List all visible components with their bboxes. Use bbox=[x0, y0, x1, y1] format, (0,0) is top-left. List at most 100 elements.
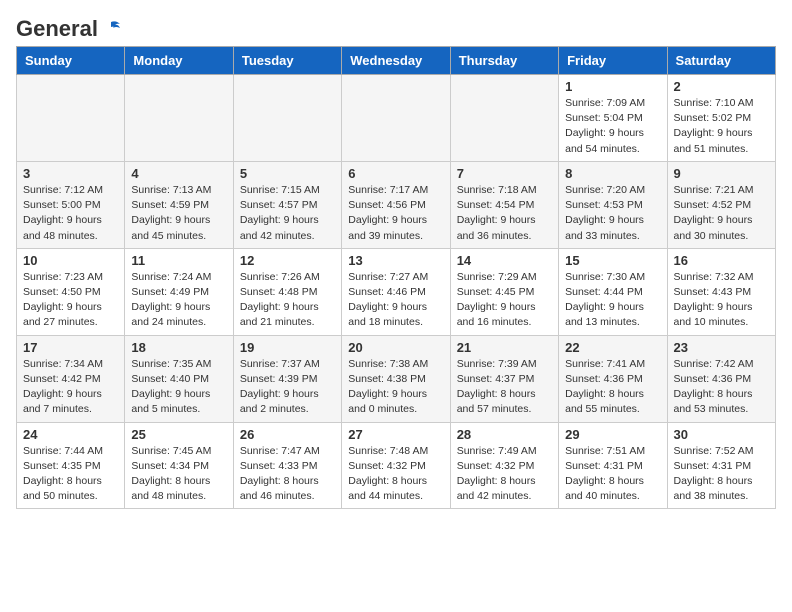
day-info: Sunrise: 7:37 AM Sunset: 4:39 PM Dayligh… bbox=[240, 357, 335, 418]
calendar-cell: 15 Sunrise: 7:30 AM Sunset: 4:44 PM Dayli… bbox=[559, 248, 667, 335]
day-info: Sunrise: 7:12 AM Sunset: 5:00 PM Dayligh… bbox=[23, 183, 118, 244]
day-number: 16 bbox=[674, 253, 769, 268]
calendar-cell: 28 Sunrise: 7:49 AM Sunset: 4:32 PM Dayli… bbox=[450, 422, 558, 509]
day-info: Sunrise: 7:26 AM Sunset: 4:48 PM Dayligh… bbox=[240, 270, 335, 331]
logo: General bbox=[16, 16, 122, 38]
logo-bird-icon bbox=[100, 18, 122, 40]
weekday-header-wednesday: Wednesday bbox=[342, 47, 450, 75]
day-info: Sunrise: 7:48 AM Sunset: 4:32 PM Dayligh… bbox=[348, 444, 443, 505]
page-header: General bbox=[16, 16, 776, 38]
day-info: Sunrise: 7:09 AM Sunset: 5:04 PM Dayligh… bbox=[565, 96, 660, 157]
calendar-week-5: 24 Sunrise: 7:44 AM Sunset: 4:35 PM Dayli… bbox=[17, 422, 776, 509]
calendar-week-2: 3Sunrise: 7:12 AM Sunset: 5:00 PM Daylig… bbox=[17, 161, 776, 248]
calendar-cell bbox=[450, 75, 558, 162]
day-number: 4 bbox=[131, 166, 226, 181]
day-info: Sunrise: 7:27 AM Sunset: 4:46 PM Dayligh… bbox=[348, 270, 443, 331]
calendar-cell: 17 Sunrise: 7:34 AM Sunset: 4:42 PM Dayli… bbox=[17, 335, 125, 422]
day-info: Sunrise: 7:20 AM Sunset: 4:53 PM Dayligh… bbox=[565, 183, 660, 244]
day-info: Sunrise: 7:44 AM Sunset: 4:35 PM Dayligh… bbox=[23, 444, 118, 505]
calendar-cell bbox=[342, 75, 450, 162]
weekday-header-friday: Friday bbox=[559, 47, 667, 75]
calendar-cell: 23Sunrise: 7:42 AM Sunset: 4:36 PM Dayli… bbox=[667, 335, 775, 422]
calendar-cell: 19 Sunrise: 7:37 AM Sunset: 4:39 PM Dayli… bbox=[233, 335, 341, 422]
weekday-header-thursday: Thursday bbox=[450, 47, 558, 75]
weekday-header-saturday: Saturday bbox=[667, 47, 775, 75]
day-number: 6 bbox=[348, 166, 443, 181]
day-info: Sunrise: 7:10 AM Sunset: 5:02 PM Dayligh… bbox=[674, 96, 769, 157]
calendar-cell: 18Sunrise: 7:35 AM Sunset: 4:40 PM Dayli… bbox=[125, 335, 233, 422]
logo-text-general: General bbox=[16, 16, 98, 42]
day-number: 15 bbox=[565, 253, 660, 268]
day-number: 9 bbox=[674, 166, 769, 181]
calendar-cell: 7Sunrise: 7:18 AM Sunset: 4:54 PM Daylig… bbox=[450, 161, 558, 248]
day-info: Sunrise: 7:35 AM Sunset: 4:40 PM Dayligh… bbox=[131, 357, 226, 418]
calendar-cell: 24 Sunrise: 7:44 AM Sunset: 4:35 PM Dayli… bbox=[17, 422, 125, 509]
calendar-cell: 1 Sunrise: 7:09 AM Sunset: 5:04 PM Daylig… bbox=[559, 75, 667, 162]
calendar-cell: 26 Sunrise: 7:47 AM Sunset: 4:33 PM Dayli… bbox=[233, 422, 341, 509]
day-number: 28 bbox=[457, 427, 552, 442]
calendar-cell: 16Sunrise: 7:32 AM Sunset: 4:43 PM Dayli… bbox=[667, 248, 775, 335]
calendar-cell: 9 Sunrise: 7:21 AM Sunset: 4:52 PM Daylig… bbox=[667, 161, 775, 248]
day-number: 24 bbox=[23, 427, 118, 442]
calendar-cell: 30 Sunrise: 7:52 AM Sunset: 4:31 PM Dayli… bbox=[667, 422, 775, 509]
calendar-cell: 11Sunrise: 7:24 AM Sunset: 4:49 PM Dayli… bbox=[125, 248, 233, 335]
day-number: 26 bbox=[240, 427, 335, 442]
calendar-cell: 21 Sunrise: 7:39 AM Sunset: 4:37 PM Dayli… bbox=[450, 335, 558, 422]
calendar-cell: 22Sunrise: 7:41 AM Sunset: 4:36 PM Dayli… bbox=[559, 335, 667, 422]
weekday-header-monday: Monday bbox=[125, 47, 233, 75]
calendar-cell bbox=[17, 75, 125, 162]
day-number: 27 bbox=[348, 427, 443, 442]
day-number: 5 bbox=[240, 166, 335, 181]
day-number: 30 bbox=[674, 427, 769, 442]
day-info: Sunrise: 7:51 AM Sunset: 4:31 PM Dayligh… bbox=[565, 444, 660, 505]
day-number: 21 bbox=[457, 340, 552, 355]
calendar-cell: 20 Sunrise: 7:38 AM Sunset: 4:38 PM Dayli… bbox=[342, 335, 450, 422]
day-number: 7 bbox=[457, 166, 552, 181]
day-info: Sunrise: 7:13 AM Sunset: 4:59 PM Dayligh… bbox=[131, 183, 226, 244]
day-number: 17 bbox=[23, 340, 118, 355]
calendar-week-1: 1 Sunrise: 7:09 AM Sunset: 5:04 PM Daylig… bbox=[17, 75, 776, 162]
day-info: Sunrise: 7:41 AM Sunset: 4:36 PM Dayligh… bbox=[565, 357, 660, 418]
day-info: Sunrise: 7:38 AM Sunset: 4:38 PM Dayligh… bbox=[348, 357, 443, 418]
calendar-cell: 27 Sunrise: 7:48 AM Sunset: 4:32 PM Dayli… bbox=[342, 422, 450, 509]
calendar-cell: 4 Sunrise: 7:13 AM Sunset: 4:59 PM Daylig… bbox=[125, 161, 233, 248]
day-info: Sunrise: 7:49 AM Sunset: 4:32 PM Dayligh… bbox=[457, 444, 552, 505]
day-info: Sunrise: 7:30 AM Sunset: 4:44 PM Dayligh… bbox=[565, 270, 660, 331]
calendar-cell: 6 Sunrise: 7:17 AM Sunset: 4:56 PM Daylig… bbox=[342, 161, 450, 248]
day-number: 1 bbox=[565, 79, 660, 94]
calendar-cell: 12 Sunrise: 7:26 AM Sunset: 4:48 PM Dayli… bbox=[233, 248, 341, 335]
calendar-week-3: 10 Sunrise: 7:23 AM Sunset: 4:50 PM Dayli… bbox=[17, 248, 776, 335]
day-info: Sunrise: 7:23 AM Sunset: 4:50 PM Dayligh… bbox=[23, 270, 118, 331]
day-number: 19 bbox=[240, 340, 335, 355]
day-number: 2 bbox=[674, 79, 769, 94]
calendar-cell: 8Sunrise: 7:20 AM Sunset: 4:53 PM Daylig… bbox=[559, 161, 667, 248]
day-number: 20 bbox=[348, 340, 443, 355]
day-number: 13 bbox=[348, 253, 443, 268]
calendar-cell: 13 Sunrise: 7:27 AM Sunset: 4:46 PM Dayli… bbox=[342, 248, 450, 335]
day-info: Sunrise: 7:52 AM Sunset: 4:31 PM Dayligh… bbox=[674, 444, 769, 505]
day-number: 25 bbox=[131, 427, 226, 442]
weekday-header-tuesday: Tuesday bbox=[233, 47, 341, 75]
weekday-header-sunday: Sunday bbox=[17, 47, 125, 75]
calendar-cell: 2 Sunrise: 7:10 AM Sunset: 5:02 PM Daylig… bbox=[667, 75, 775, 162]
calendar-cell: 10 Sunrise: 7:23 AM Sunset: 4:50 PM Dayli… bbox=[17, 248, 125, 335]
day-number: 29 bbox=[565, 427, 660, 442]
day-info: Sunrise: 7:47 AM Sunset: 4:33 PM Dayligh… bbox=[240, 444, 335, 505]
calendar-cell: 5Sunrise: 7:15 AM Sunset: 4:57 PM Daylig… bbox=[233, 161, 341, 248]
day-info: Sunrise: 7:29 AM Sunset: 4:45 PM Dayligh… bbox=[457, 270, 552, 331]
day-number: 10 bbox=[23, 253, 118, 268]
calendar-cell: 3Sunrise: 7:12 AM Sunset: 5:00 PM Daylig… bbox=[17, 161, 125, 248]
calendar-cell: 29 Sunrise: 7:51 AM Sunset: 4:31 PM Dayli… bbox=[559, 422, 667, 509]
day-info: Sunrise: 7:39 AM Sunset: 4:37 PM Dayligh… bbox=[457, 357, 552, 418]
calendar-week-4: 17 Sunrise: 7:34 AM Sunset: 4:42 PM Dayli… bbox=[17, 335, 776, 422]
day-info: Sunrise: 7:45 AM Sunset: 4:34 PM Dayligh… bbox=[131, 444, 226, 505]
calendar-cell bbox=[125, 75, 233, 162]
calendar-cell: 14 Sunrise: 7:29 AM Sunset: 4:45 PM Dayli… bbox=[450, 248, 558, 335]
day-number: 14 bbox=[457, 253, 552, 268]
day-info: Sunrise: 7:17 AM Sunset: 4:56 PM Dayligh… bbox=[348, 183, 443, 244]
day-info: Sunrise: 7:34 AM Sunset: 4:42 PM Dayligh… bbox=[23, 357, 118, 418]
day-number: 12 bbox=[240, 253, 335, 268]
day-number: 11 bbox=[131, 253, 226, 268]
day-info: Sunrise: 7:21 AM Sunset: 4:52 PM Dayligh… bbox=[674, 183, 769, 244]
day-info: Sunrise: 7:42 AM Sunset: 4:36 PM Dayligh… bbox=[674, 357, 769, 418]
